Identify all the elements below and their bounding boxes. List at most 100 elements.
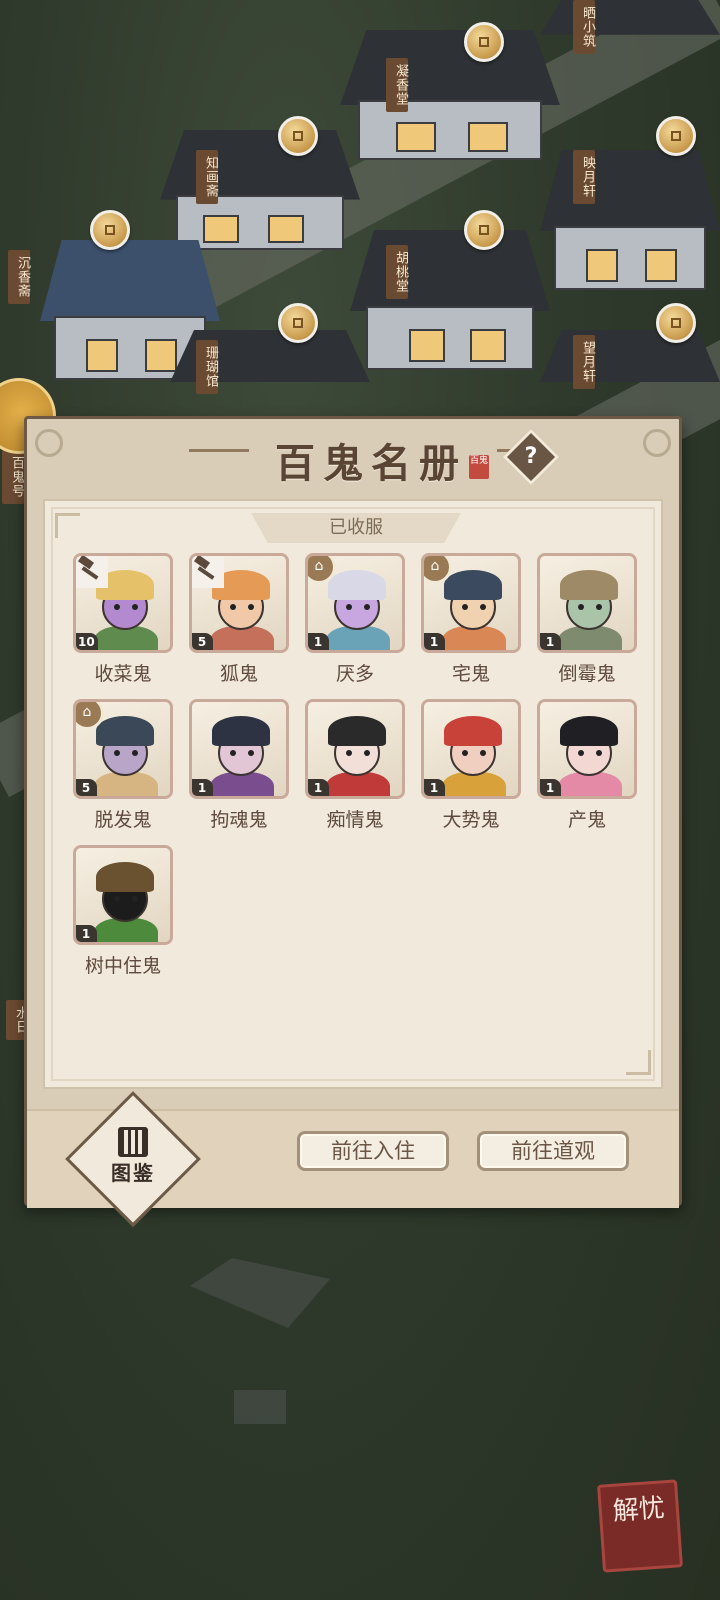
map-building[interactable] [160, 130, 360, 250]
portrait-part [132, 604, 138, 610]
coin-icon[interactable] [278, 303, 318, 343]
help-button[interactable]: ? [502, 428, 560, 486]
portrait-part [558, 772, 622, 796]
ghost-portrait[interactable]: ⌂ 5 [73, 699, 173, 799]
section-tab-collected: 已收服 [251, 513, 461, 543]
portrait-part [248, 750, 254, 756]
portrait-part [132, 750, 138, 756]
go-temple-button[interactable]: 前往道观 [477, 1131, 629, 1171]
ghost-card[interactable]: 5 狐鬼 [189, 553, 289, 686]
coin-icon[interactable] [656, 116, 696, 156]
portrait-part [578, 750, 584, 756]
portrait-part [96, 862, 154, 892]
ghost-portrait[interactable]: 10 [73, 553, 173, 653]
ghost-name: 脱发鬼 [94, 809, 152, 831]
dialog-header: 百鬼名册 百鬼 ? [27, 419, 679, 499]
shop-sign[interactable]: 晒小筑 [573, 0, 595, 54]
ghost-portrait[interactable]: 1 [537, 699, 637, 799]
map-building[interactable] [540, 0, 720, 60]
ghost-portrait[interactable]: 1 [421, 699, 521, 799]
coin-icon[interactable] [278, 116, 318, 156]
portrait-part [94, 772, 158, 796]
portrait-part [346, 604, 352, 610]
shop-sign[interactable]: 百鬼号 [2, 450, 24, 504]
ghost-portrait[interactable]: ⌂ 1 [305, 553, 405, 653]
go-move-in-button[interactable]: 前往入住 [297, 1131, 449, 1171]
codex-button[interactable]: 图鉴 [91, 1125, 175, 1197]
jieyou-logo[interactable]: 解忧 [597, 1479, 683, 1573]
empty-plot[interactable] [190, 1258, 330, 1328]
shop-sign[interactable]: 胡桃堂 [386, 245, 408, 299]
map-building[interactable] [540, 150, 720, 290]
map-building[interactable] [340, 30, 560, 160]
ghost-card[interactable]: 1 产鬼 [537, 699, 637, 832]
ghost-portrait[interactable]: 1 [189, 699, 289, 799]
map-building[interactable] [540, 330, 720, 420]
map-building[interactable] [350, 230, 550, 370]
ghost-card[interactable]: 1 痴情鬼 [305, 699, 405, 832]
level-badge: 1 [424, 779, 445, 796]
ghost-portrait[interactable]: 5 [189, 553, 289, 653]
level-badge: 1 [308, 779, 329, 796]
ghost-roster-dialog: 百鬼名册 百鬼 ? 已收服 10 收菜鬼 5 狐鬼 ⌂ 1 厌多 ⌂ 1 宅鬼 1 倒霉鬼 ⌂ 5 脱发鬼 1… [24, 416, 682, 1227]
ghost-card[interactable]: ⌂ 1 宅鬼 [421, 553, 521, 686]
empty-plot[interactable] [234, 1390, 286, 1424]
portrait-part [328, 570, 386, 600]
portrait-part [346, 750, 352, 756]
collected-ghosts-panel[interactable]: 已收服 10 收菜鬼 5 狐鬼 ⌂ 1 厌多 ⌂ 1 宅鬼 1 倒霉鬼 ⌂ 5 脱发鬼 1 拘魂鬼 1 痴情鬼 1 大势… [43, 499, 663, 1089]
corner-ornament [35, 429, 63, 457]
book-icon [118, 1127, 148, 1157]
portrait-part [444, 716, 502, 746]
shop-sign[interactable]: 望月轩 [573, 335, 595, 389]
portrait-part [596, 750, 602, 756]
portrait-part [480, 750, 486, 756]
level-badge: 1 [540, 779, 561, 796]
shop-sign[interactable]: 珊瑚馆 [196, 340, 218, 394]
shop-sign[interactable]: 凝香堂 [386, 58, 408, 112]
level-badge: 1 [192, 779, 213, 796]
ghost-card[interactable]: 1 大势鬼 [421, 699, 521, 832]
ghost-name: 大势鬼 [442, 809, 500, 831]
ghost-card[interactable]: 10 收菜鬼 [73, 553, 173, 686]
ghost-card[interactable]: 1 树中住鬼 [73, 845, 173, 978]
ghost-card[interactable]: 1 倒霉鬼 [537, 553, 637, 686]
portrait-part [114, 750, 120, 756]
level-badge: 5 [192, 633, 213, 650]
portrait-part [364, 604, 370, 610]
portrait-part [462, 604, 468, 610]
codex-label: 图鉴 [111, 1161, 155, 1185]
seal-stamp: 百鬼 [469, 455, 489, 479]
shop-sign[interactable]: 映月轩 [573, 150, 595, 204]
coin-icon[interactable] [464, 22, 504, 62]
ghost-portrait[interactable]: 1 [537, 553, 637, 653]
shop-sign[interactable]: 知画斋 [196, 150, 218, 204]
portrait-part [480, 604, 486, 610]
ghost-card[interactable]: ⌂ 5 脱发鬼 [73, 699, 173, 832]
ghost-card[interactable]: 1 拘魂鬼 [189, 699, 289, 832]
corner-ornament [643, 429, 671, 457]
portrait-part [114, 896, 120, 902]
portrait-part [442, 626, 506, 650]
portrait-part [114, 604, 120, 610]
shop-sign[interactable]: 沉香斋 [8, 250, 30, 304]
dialog-footer: 图鉴 前往入住 前往道观 [27, 1091, 679, 1227]
portrait-part [444, 570, 502, 600]
portrait-part [210, 772, 274, 796]
level-badge: 1 [308, 633, 329, 650]
ghost-name: 宅鬼 [451, 663, 490, 685]
coin-icon[interactable] [656, 303, 696, 343]
ghost-name: 痴情鬼 [326, 809, 384, 831]
coin-icon[interactable] [464, 210, 504, 250]
portrait-part [230, 750, 236, 756]
portrait-part [326, 626, 390, 650]
ghost-portrait[interactable]: 1 [305, 699, 405, 799]
question-icon: ? [524, 444, 538, 469]
ghost-portrait[interactable]: 1 [73, 845, 173, 945]
panel-corner [626, 1050, 651, 1075]
ghost-card[interactable]: ⌂ 1 厌多 [305, 553, 405, 686]
ghost-portrait[interactable]: ⌂ 1 [421, 553, 521, 653]
coin-icon[interactable] [90, 210, 130, 250]
level-badge: 1 [76, 925, 97, 942]
level-badge: 10 [76, 633, 98, 650]
level-badge: 1 [424, 633, 445, 650]
